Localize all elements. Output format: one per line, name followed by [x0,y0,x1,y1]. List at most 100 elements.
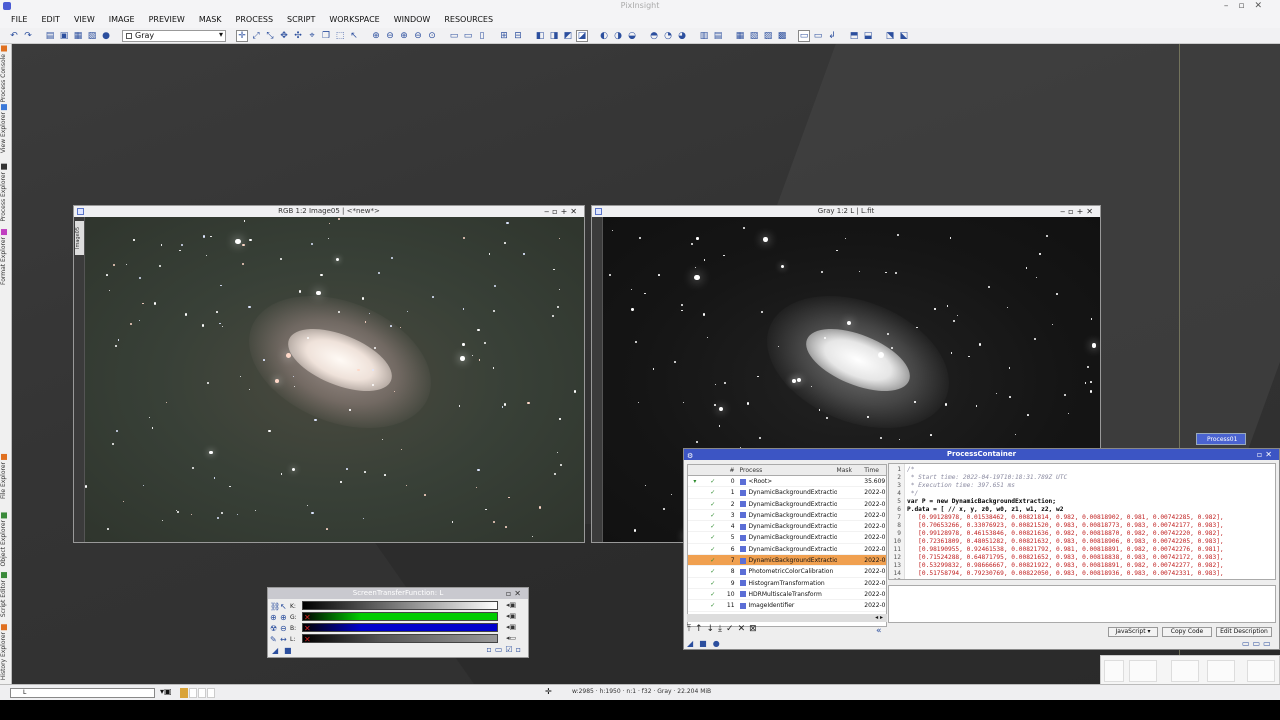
language-select[interactable]: JavaScript ▾ [1108,627,1158,637]
process-table[interactable]: # Process Mask Time ▾ ✓ 0 <Root> 35.609 ✓ 1 Dyn… [687,464,887,627]
menu-item-image[interactable]: IMAGE [102,12,142,28]
pointer-icon[interactable]: ↖ [280,602,290,611]
icon-slot[interactable] [1207,660,1235,682]
display-1-icon[interactable]: ▭ [798,29,810,42]
process-row[interactable]: ✓ 1 DynamicBackgroundExtraction 2022-0 [688,487,886,499]
open-icon[interactable]: ▤ [44,30,56,42]
enabled-check-icon[interactable]: ✓ [702,555,724,565]
edit-description-button[interactable]: Edit Description [1216,627,1272,637]
layout-2-icon[interactable]: ▭ [462,30,474,42]
zoom-out-icon[interactable]: ⊖ [384,30,396,42]
col-time[interactable]: Time [864,465,886,475]
apply-global-icon[interactable]: ■ [284,646,292,655]
layout-1-icon[interactable]: ▭ [448,30,460,42]
icon-slot[interactable] [1247,660,1275,682]
stf-bar-b[interactable] [302,623,498,632]
view-selector[interactable]: L [10,688,155,698]
process-row[interactable]: ✓ 6 DynamicBackgroundExtraction 2022-0 [688,544,886,556]
stf-footer-icons[interactable]: ▫▭☑▫ [486,645,524,654]
window-controls[interactable]: ▫✕ [1257,449,1275,460]
zoom-2-icon[interactable]: ⊖ [412,30,424,42]
menu-item-edit[interactable]: EDIT [34,12,66,28]
process-row[interactable]: ✓ 8 PhotometricColorCalibration 2022-0 [688,566,886,578]
col-process[interactable]: Process [738,465,837,475]
stf-2-icon[interactable]: ◔ [662,30,674,42]
enabled-check-icon[interactable]: ✓ [702,578,724,588]
mask-1-icon[interactable]: ◧ [534,30,546,42]
side-tab-object-explorer[interactable]: Object Explorer [0,512,12,566]
expand-icon[interactable] [688,499,702,509]
enabled-check-icon[interactable]: ✓ [702,532,724,542]
view-id-tab[interactable]: Image05 [75,221,84,255]
stf-1-icon[interactable]: ◓ [648,30,660,42]
side-tab-process-console[interactable]: Process Console [0,46,12,103]
mask-3-icon[interactable]: ◩ [562,30,574,42]
ws-6-icon[interactable]: ▩ [776,30,788,42]
menu-item-resources[interactable]: RESOURCES [437,12,500,28]
mask-4-icon[interactable]: ◪ [576,29,588,42]
new-instance-icon[interactable]: ◢ [272,646,278,655]
process-icon-process01[interactable]: Process01 [1196,433,1246,445]
table-scrollbar[interactable]: ◂ ▸ [687,614,887,622]
readout-icon[interactable]: ⌖ [306,30,318,42]
view-combo[interactable]: Gray [122,29,226,42]
expand-icon[interactable] [688,487,702,497]
window-footer-icons[interactable]: ▭▭▭ [1242,639,1274,648]
close-view-icon[interactable]: ▦ [72,30,84,42]
menu-item-preview[interactable]: PREVIEW [142,12,192,28]
layout-3-icon[interactable]: ▯ [476,30,488,42]
expand-icon[interactable] [688,578,702,588]
pan-icon[interactable]: ✥ [278,30,290,42]
enabled-check-icon[interactable]: ✓ [702,510,724,520]
channel-3-icon[interactable]: ◒ [626,30,638,42]
stf-window[interactable]: ScreenTransferFunction: L ▫✕ ⛓ ↖ K: ⊕ ⊕ G: ✕… [267,587,529,658]
process-container-footer-icons[interactable]: ◢■● [687,639,726,648]
preview-1-icon[interactable]: ⊞ [498,30,510,42]
display-7-icon[interactable]: ⬕ [898,30,910,42]
channel-1-icon[interactable]: ◐ [598,30,610,42]
rgb-image-canvas[interactable] [85,217,584,542]
redo-icon[interactable]: ↷ [22,30,34,42]
expand-icon[interactable] [688,544,702,554]
pointer-icon[interactable]: ✛ [236,29,248,42]
cursor-icon[interactable]: ↖ [348,30,360,42]
ws-4-icon[interactable]: ▧ [748,30,760,42]
stf-3-icon[interactable]: ◕ [676,30,688,42]
stf-reset-icon[interactable]: ◂▣ [506,623,516,631]
process-row[interactable]: ▾ ✓ 0 <Root> 35.609 [688,476,886,488]
stf-header[interactable]: ScreenTransferFunction: L ▫✕ [268,588,528,599]
display-4-icon[interactable]: ⬒ [848,30,860,42]
process-row[interactable]: ✓ 7 DynamicBackgroundExtraction 2022-0 [688,555,886,567]
menu-item-script[interactable]: SCRIPT [280,12,322,28]
zoom-out-icon[interactable]: ⊖ [280,624,290,633]
menu-item-mask[interactable]: MASK [192,12,229,28]
move-icon[interactable]: ✣ [292,30,304,42]
window-controls[interactable]: ▫✕ [506,588,524,599]
expand-icon[interactable] [688,589,702,599]
expand-icon[interactable]: ▾ [688,476,702,486]
process-container-header[interactable]: ⚙ ProcessContainer ▫✕ [684,449,1279,460]
icon-slot[interactable] [1129,660,1157,682]
gray-window-header[interactable]: Gray 1:2 L | L.fit ‒▫+✕ [592,206,1100,217]
expand-icon[interactable] [688,532,702,542]
side-tab-script-editor[interactable]: Script Editor [0,572,12,617]
enabled-check-icon[interactable]: ✓ [702,487,724,497]
ws-3-icon[interactable]: ▦ [734,30,746,42]
enabled-check-icon[interactable]: ✓ [702,521,724,531]
stf-marker-g[interactable]: ✕ [304,613,311,622]
display-6-icon[interactable]: ⬔ [884,30,896,42]
display-5-icon[interactable]: ⬓ [862,30,874,42]
menu-item-file[interactable]: FILE [4,12,34,28]
arrows-icon[interactable]: ↔ [280,635,290,644]
description-box[interactable] [888,585,1276,623]
zoom-in-icon[interactable]: ⊕ [370,30,382,42]
window-controls[interactable]: –▫✕ [1224,0,1272,12]
process-row[interactable]: ✓ 5 DynamicBackgroundExtraction 2022-0 [688,532,886,544]
zoom-icon[interactable]: ⊕ [280,613,290,622]
icon-slot[interactable] [1104,660,1124,682]
ws-5-icon[interactable]: ▨ [762,30,774,42]
stf-bar-g[interactable] [302,612,498,621]
enabled-check-icon[interactable]: ✓ [702,600,724,610]
window-controls[interactable]: ‒▫+✕ [544,206,580,217]
expand-icon[interactable] [688,600,702,610]
